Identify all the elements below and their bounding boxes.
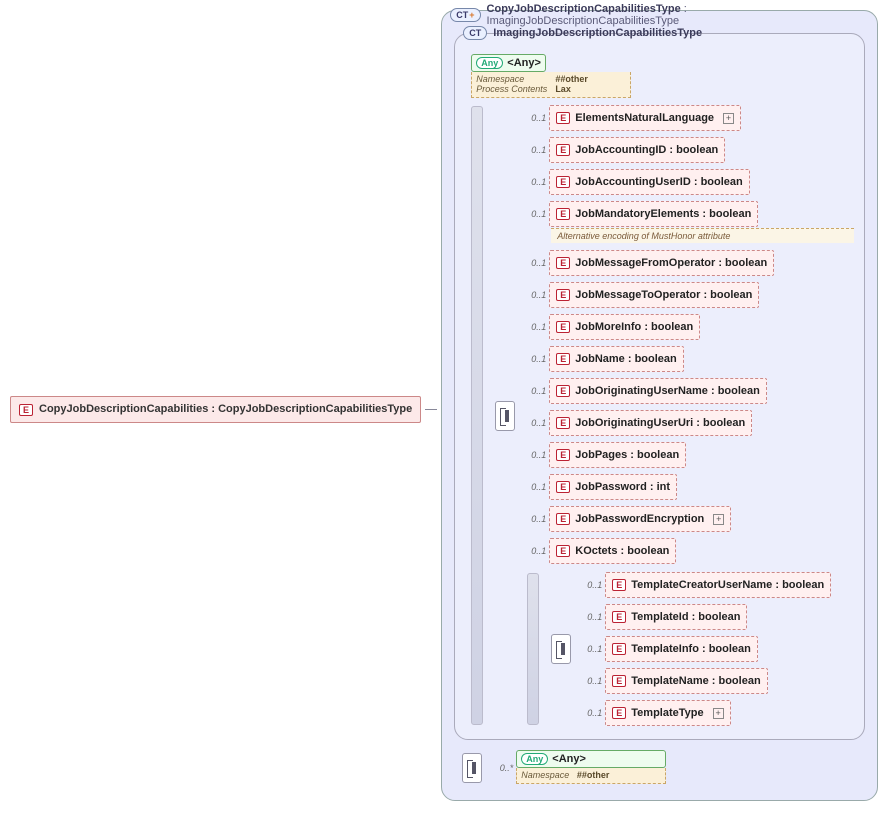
ct-icon: CT: [463, 26, 487, 40]
outer-complex-type: CT CopyJobDescriptionCapabilitiesType : …: [441, 10, 878, 801]
sequence-spine: [527, 573, 539, 725]
any-label: <Any>: [507, 57, 541, 69]
sequence-spine: [471, 106, 483, 725]
sequence-compositor-icon[interactable]: [495, 401, 515, 431]
outer-ct-title: CopyJobDescriptionCapabilitiesType: [487, 3, 681, 15]
connector-line: [425, 409, 437, 410]
element-template-creator-user-name[interactable]: ETemplateCreatorUserName : boolean: [605, 572, 831, 598]
element-koctets[interactable]: EKOctets : boolean: [549, 538, 676, 564]
element-template-type[interactable]: ETemplateType+: [605, 700, 730, 726]
inner-complex-type: CT ImagingJobDescriptionCapabilitiesType…: [454, 33, 865, 740]
element-job-mandatory-elements[interactable]: EJobMandatoryElements : boolean: [549, 201, 758, 227]
sequence-compositor-icon[interactable]: [462, 753, 482, 783]
element-job-accounting-id[interactable]: EJobAccountingID : boolean: [549, 137, 725, 163]
sequence-compositor-icon[interactable]: [551, 634, 571, 664]
ct-extension-icon: CT: [450, 8, 480, 22]
occurrence: 0..1: [524, 113, 546, 123]
element-template-name[interactable]: ETemplateName : boolean: [605, 668, 767, 694]
element-job-accounting-user-id[interactable]: EJobAccountingUserID : boolean: [549, 169, 749, 195]
expand-icon[interactable]: +: [723, 113, 734, 124]
element-job-name[interactable]: EJobName : boolean: [549, 346, 683, 372]
element-job-originating-user-uri[interactable]: EJobOriginatingUserUri : boolean: [549, 410, 752, 436]
element-note: Alternative encoding of MustHonor attrib…: [551, 228, 854, 243]
occurrence: 0..*: [491, 763, 513, 773]
element-tag-icon: E: [19, 404, 33, 416]
element-job-password[interactable]: EJobPassword : int: [549, 474, 677, 500]
element-job-pages[interactable]: EJobPages : boolean: [549, 442, 686, 468]
root-element-label: CopyJobDescriptionCapabilities : CopyJob…: [39, 403, 412, 416]
any-meta: Namespace ##other: [516, 768, 666, 784]
element-elements-natural-language[interactable]: EElementsNaturalLanguage+: [549, 105, 741, 131]
inner-ct-title: ImagingJobDescriptionCapabilitiesType: [493, 27, 702, 39]
element-job-message-from-operator[interactable]: EJobMessageFromOperator : boolean: [549, 250, 774, 276]
root-element[interactable]: E CopyJobDescriptionCapabilities : CopyJ…: [10, 396, 421, 423]
element-job-more-info[interactable]: EJobMoreInfo : boolean: [549, 314, 700, 340]
element-template-id[interactable]: ETemplateId : boolean: [605, 604, 747, 630]
element-job-password-encryption[interactable]: EJobPasswordEncryption+: [549, 506, 731, 532]
any-wildcard[interactable]: Any <Any>: [516, 750, 666, 768]
element-job-message-to-operator[interactable]: EJobMessageToOperator : boolean: [549, 282, 759, 308]
any-wildcard[interactable]: Any <Any>: [471, 54, 546, 72]
element-template-info[interactable]: ETemplateInfo : boolean: [605, 636, 758, 662]
element-job-originating-user-name[interactable]: EJobOriginatingUserName : boolean: [549, 378, 767, 404]
any-tag-icon: Any: [521, 753, 548, 765]
expand-icon[interactable]: +: [713, 708, 724, 719]
any-meta: Namespace Process Contents ##other Lax: [471, 72, 631, 98]
any-meta-keys: Namespace Process Contents: [476, 74, 547, 94]
any-tag-icon: Any: [476, 57, 503, 69]
any-label: <Any>: [552, 753, 586, 765]
any-meta-vals: ##other Lax: [555, 74, 588, 94]
expand-icon[interactable]: +: [713, 514, 724, 525]
